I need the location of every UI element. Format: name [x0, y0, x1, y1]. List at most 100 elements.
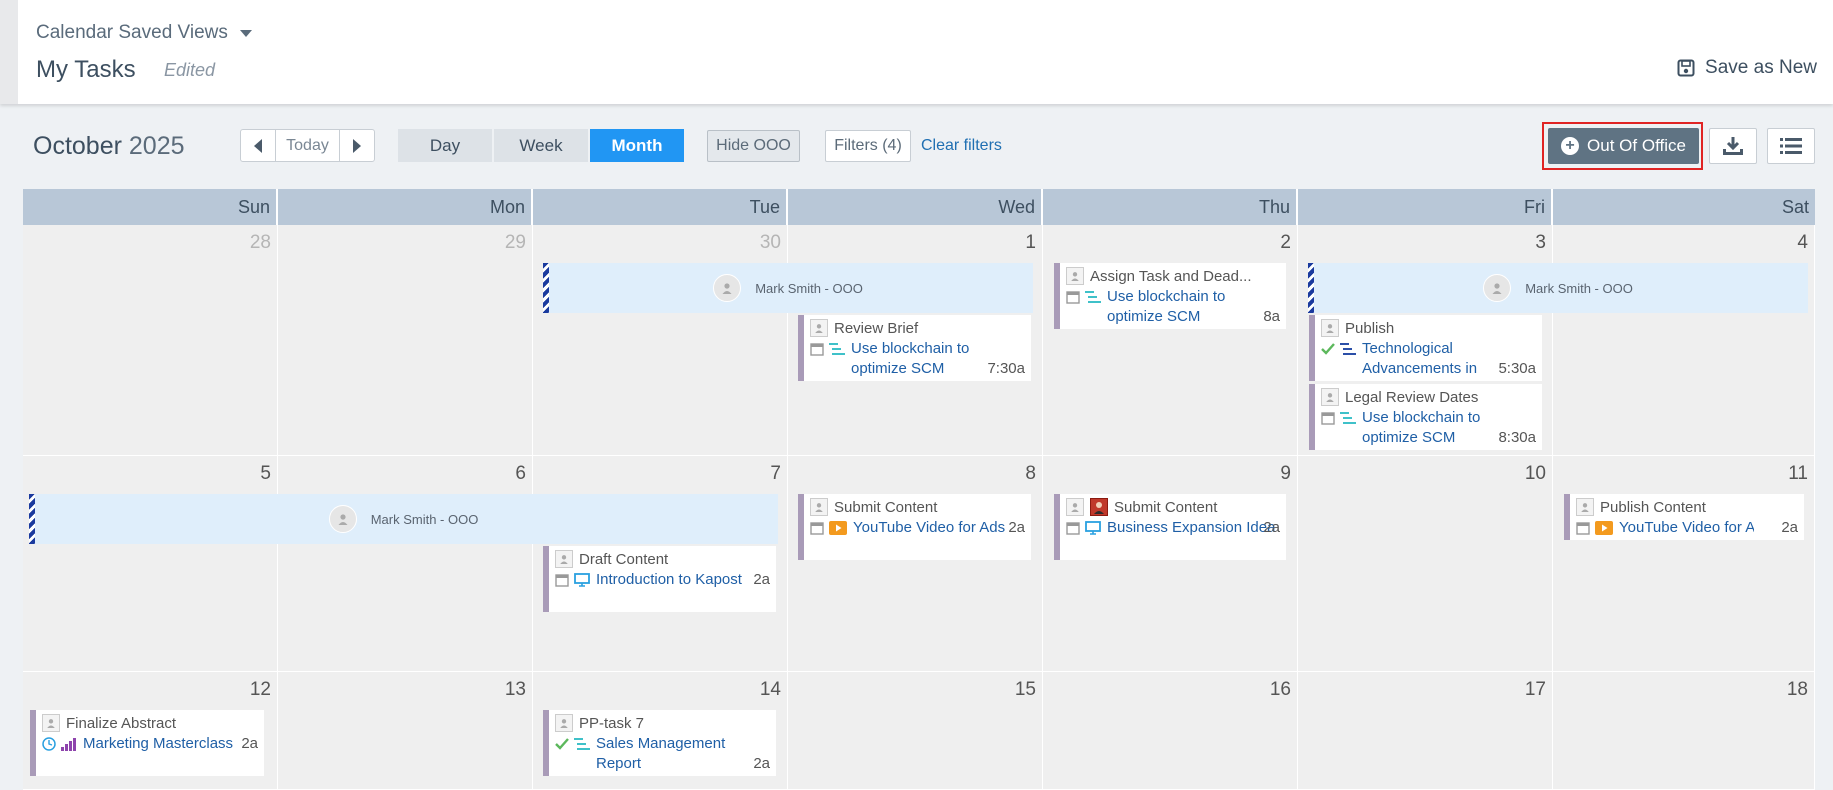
assignee-avatar	[810, 319, 828, 337]
task-stage: Submit Content	[834, 498, 938, 516]
task-event[interactable]: Review Brief Use blockchain to optimize …	[798, 315, 1031, 381]
ooo-event-bar[interactable]: Mark Smith - OOO	[1308, 263, 1808, 313]
day-cell[interactable]: 18	[1553, 672, 1815, 790]
clear-filters-link[interactable]: Clear filters	[921, 137, 1002, 155]
day-number: 1	[1025, 232, 1036, 253]
day-number: 28	[249, 232, 271, 253]
task-title: Introduction to Kapost	[596, 571, 742, 588]
day-cell[interactable]: 9	[1043, 456, 1298, 672]
calendar-icon	[555, 574, 569, 587]
person-icon	[338, 514, 348, 525]
day-cell[interactable]: 5	[23, 456, 278, 672]
day-cell[interactable]: 30	[533, 225, 788, 456]
download-button[interactable]	[1709, 128, 1757, 164]
hide-ooo-button[interactable]: Hide OOO	[707, 130, 800, 162]
task-event[interactable]: Publish Technological Advancements in 5:3…	[1309, 315, 1542, 381]
person-icon	[815, 503, 823, 512]
task-event[interactable]: Draft Content Introduction to Kapost 2a	[543, 546, 776, 612]
day-number: 6	[515, 463, 526, 484]
ooo-label: Mark Smith - OOO	[755, 280, 863, 296]
task-time: 2a	[753, 755, 770, 772]
person-icon	[1581, 503, 1589, 512]
view-week-button[interactable]: Week	[494, 129, 588, 162]
day-cell[interactable]: 17	[1298, 672, 1553, 790]
ooo-event-bar[interactable]: Mark Smith - OOO	[543, 263, 1033, 313]
filters-button[interactable]: Filters (4)	[825, 130, 911, 162]
task-stage: Legal Review Dates	[1345, 388, 1479, 406]
day-number: 14	[759, 679, 781, 700]
day-cell[interactable]: 11	[1553, 456, 1815, 672]
video-icon	[1595, 521, 1613, 535]
plus-circle-icon: +	[1561, 137, 1580, 155]
day-cell[interactable]: 16	[1043, 672, 1298, 790]
day-number: 8	[1025, 463, 1036, 484]
calendar-icon	[1066, 522, 1080, 535]
view-day-button[interactable]: Day	[398, 129, 492, 162]
saved-views-label: Calendar Saved Views	[36, 22, 228, 43]
ooo-stripe	[1308, 263, 1314, 313]
checkmark-icon	[1321, 343, 1335, 355]
day-number: 3	[1535, 232, 1546, 253]
day-cell[interactable]: 15	[788, 672, 1043, 790]
task-title: Marketing Masterclass	[83, 735, 234, 752]
signal-bars-icon	[61, 738, 76, 751]
task-event[interactable]: Submit Content Business Expansion Idea 2a	[1054, 494, 1286, 560]
assignee-avatar	[42, 714, 60, 732]
weekday-header-sun: Sun	[23, 189, 278, 225]
task-stage: Review Brief	[834, 319, 919, 337]
page-title: My Tasks	[36, 56, 136, 83]
day-cell[interactable]: 10	[1298, 456, 1553, 672]
list-view-button[interactable]	[1767, 128, 1815, 164]
download-icon	[1723, 137, 1743, 155]
next-button[interactable]	[340, 130, 374, 161]
weekday-header-thu: Thu	[1043, 189, 1298, 225]
day-cell[interactable]: 13	[278, 672, 533, 790]
calendar-icon	[810, 343, 824, 356]
day-cell[interactable]: 6	[278, 456, 533, 672]
day-number: 15	[1014, 679, 1036, 700]
previous-button[interactable]	[241, 130, 275, 161]
content-type-icon	[1340, 412, 1356, 424]
content-type-icon	[1085, 291, 1101, 303]
presentation-icon	[574, 573, 590, 587]
today-button[interactable]: Today	[275, 130, 340, 161]
task-title: YouTube Video for Ads	[853, 519, 1006, 536]
task-event[interactable]: Assign Task and Dead... Use blockchain t…	[1054, 263, 1286, 329]
ooo-stripe	[29, 494, 35, 544]
calendar-icon	[1066, 291, 1080, 304]
task-event[interactable]: PP-task 7 Sales Management Report 2a	[543, 710, 776, 776]
day-cell[interactable]: 4	[1553, 225, 1815, 456]
month-calendar: Sun Mon Tue Wed Thu Fri Sat 28 29 30 1 2…	[23, 189, 1815, 790]
content-type-icon	[574, 738, 590, 750]
weekday-header-sat: Sat	[1553, 189, 1815, 225]
day-number: 12	[249, 679, 271, 700]
task-event[interactable]: Publish Content YouTube Video for Ac 2a	[1564, 494, 1804, 540]
task-event[interactable]: Submit Content YouTube Video for Ads 2a	[798, 494, 1031, 560]
person-icon	[560, 719, 568, 728]
day-cell[interactable]: 28	[23, 225, 278, 456]
task-stage: Finalize Abstract	[66, 714, 177, 732]
task-event[interactable]: Legal Review Dates Use blockchain to opt…	[1309, 384, 1542, 450]
task-event[interactable]: Finalize Abstract Marketing Masterclass 2…	[30, 710, 264, 776]
ooo-label: Mark Smith - OOO	[1525, 280, 1633, 296]
assignee-avatar	[1066, 267, 1084, 285]
ooo-event-bar[interactable]: Mark Smith - OOO	[29, 494, 778, 544]
task-stage: Draft Content	[579, 550, 669, 568]
month-year-title: October 2025	[33, 132, 185, 161]
day-number: 18	[1786, 679, 1808, 700]
out-of-office-button[interactable]: + Out Of Office	[1548, 128, 1699, 164]
weekday-header-wed: Wed	[788, 189, 1043, 225]
view-month-button[interactable]: Month	[590, 129, 684, 162]
task-stage: Publish	[1345, 319, 1395, 337]
save-as-new-button[interactable]: Save as New	[1677, 57, 1817, 79]
task-title: Business Expansion Idea	[1107, 519, 1276, 536]
day-cell[interactable]: 2	[1043, 225, 1298, 456]
year-label: 2025	[128, 132, 185, 160]
list-icon	[1780, 138, 1802, 154]
saved-views-dropdown[interactable]: Calendar Saved Views	[36, 22, 252, 44]
weekday-header-fri: Fri	[1298, 189, 1553, 225]
day-cell[interactable]: 8	[788, 456, 1043, 672]
day-number: 10	[1524, 463, 1546, 484]
save-icon	[1677, 59, 1695, 77]
day-cell[interactable]: 29	[278, 225, 533, 456]
